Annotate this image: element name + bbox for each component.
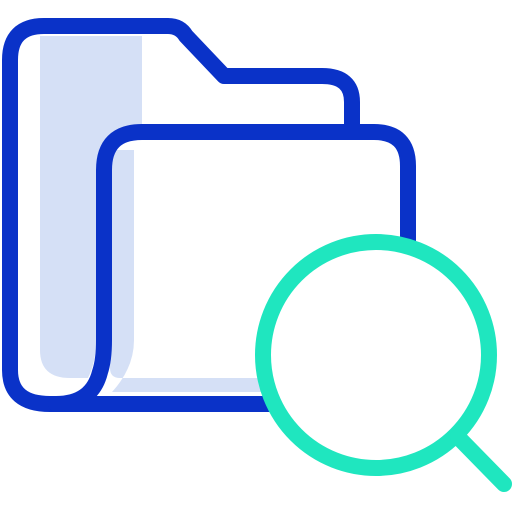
magnifier-icon: [255, 234, 512, 492]
folder-search-icon: [0, 0, 512, 512]
folder-front-shade: [110, 150, 270, 392]
folder-search-svg: [2, 18, 512, 492]
folder-shading: [40, 36, 270, 392]
magnifier-handle: [450, 429, 512, 492]
folder-front-icon: [48, 124, 416, 412]
